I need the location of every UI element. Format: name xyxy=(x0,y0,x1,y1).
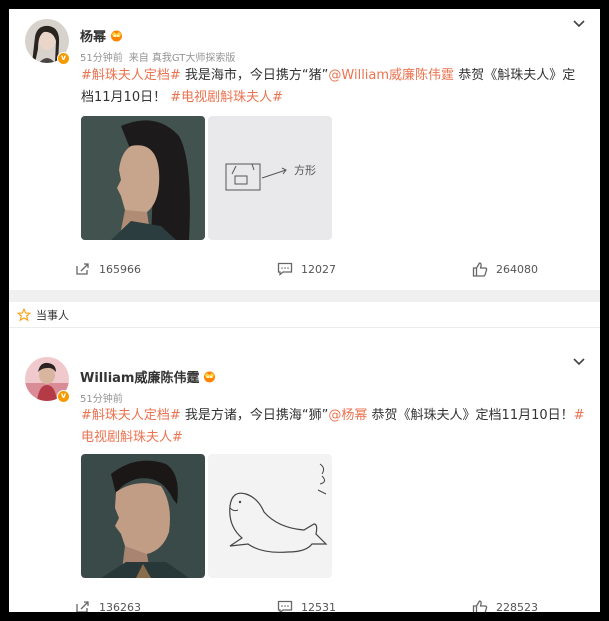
like-icon xyxy=(472,600,488,612)
post-divider xyxy=(9,290,600,302)
topic-link[interactable]: #斛珠夫人定档# xyxy=(81,408,181,423)
post-meta: 51分钟前 xyxy=(80,390,123,405)
comment-count: 12027 xyxy=(301,262,336,276)
author-name[interactable]: William威廉陈伟霆 xyxy=(80,367,217,386)
repost-button[interactable]: 165966 xyxy=(75,262,141,276)
like-count: 264080 xyxy=(496,263,538,276)
post-time[interactable]: 51分钟前 xyxy=(80,53,123,64)
weibo-post: 当事人 v William威廉陈伟霆 51分钟前 #斛珠夫人定档# 我是方诸，今… xyxy=(9,302,600,612)
chevron-down-icon[interactable] xyxy=(572,357,586,367)
post-text: #斛珠夫人定档# 我是方诸，今日携海“狮”@杨幂 恭贺《斛珠夫人》定档11月10… xyxy=(81,405,591,449)
repost-icon xyxy=(76,263,89,275)
post-label: 当事人 xyxy=(36,308,69,322)
crown-badge-icon xyxy=(202,370,217,383)
repost-icon xyxy=(76,601,89,612)
post-image-sketch[interactable]: 方形 xyxy=(208,116,332,240)
topic-link[interactable]: #电视剧斛珠夫人# xyxy=(170,90,283,105)
comment-count: 12531 xyxy=(301,600,336,613)
author-name-text[interactable]: William威廉陈伟霆 xyxy=(80,367,199,386)
post-meta: 51分钟前 来自 真我GT大师探索版 xyxy=(80,49,235,64)
comment-button[interactable]: 12531 xyxy=(277,600,336,612)
post-actions: 136263 12531 228523 xyxy=(9,600,600,612)
post-image-sketch[interactable] xyxy=(208,454,332,578)
repost-count: 136263 xyxy=(99,600,141,613)
like-button[interactable]: 228523 xyxy=(472,600,538,612)
like-count: 228523 xyxy=(496,601,538,612)
post-text-segment: 我是方诸，今日携海“狮” xyxy=(180,408,329,423)
like-icon xyxy=(472,262,488,277)
topic-link[interactable]: #斛珠夫人定档# xyxy=(81,68,181,83)
weibo-post: v 杨幂 51分钟前 来自 真我GT大师探索版 #斛珠夫人定档# 我是海市，今日携… xyxy=(9,9,600,290)
post-text-segment: 我是海市，今日携方“猪” xyxy=(180,68,329,83)
repost-count: 165966 xyxy=(99,262,141,276)
post-time[interactable]: 51分钟前 xyxy=(80,394,123,405)
post-image-portrait[interactable] xyxy=(81,116,205,240)
repost-button[interactable]: 136263 xyxy=(75,600,141,612)
post-image-portrait[interactable] xyxy=(81,454,205,578)
post-source[interactable]: 来自 真我GT大师探索版 xyxy=(129,53,236,64)
comment-icon xyxy=(277,600,293,612)
author-name-text[interactable]: 杨幂 xyxy=(80,26,106,45)
crown-badge-icon xyxy=(109,29,124,42)
mention-link[interactable]: @杨幂 xyxy=(328,408,367,423)
post-actions: 165966 12027 264080 xyxy=(9,262,600,284)
weibo-feed: v 杨幂 51分钟前 来自 真我GT大师探索版 #斛珠夫人定档# 我是海市，今日携… xyxy=(9,9,600,612)
post-text: #斛珠夫人定档# 我是海市，今日携方“猪”@William威廉陈伟霆 恭贺《斛珠… xyxy=(81,65,581,109)
verified-badge-icon: v xyxy=(57,52,70,65)
post-label-row: 当事人 xyxy=(9,302,600,328)
star-outline-icon xyxy=(17,307,31,321)
post-text-segment: 恭贺《斛珠夫人》定档11月10日！ xyxy=(367,408,574,423)
chevron-down-icon[interactable] xyxy=(572,19,586,29)
like-button[interactable]: 264080 xyxy=(472,262,538,277)
mention-link[interactable]: @William威廉陈伟霆 xyxy=(328,68,454,83)
author-name[interactable]: 杨幂 xyxy=(80,26,124,45)
comment-button[interactable]: 12027 xyxy=(277,262,336,276)
comment-icon xyxy=(277,262,293,276)
verified-badge-icon: v xyxy=(57,390,70,403)
sketch-caption: 方形 xyxy=(294,163,316,177)
